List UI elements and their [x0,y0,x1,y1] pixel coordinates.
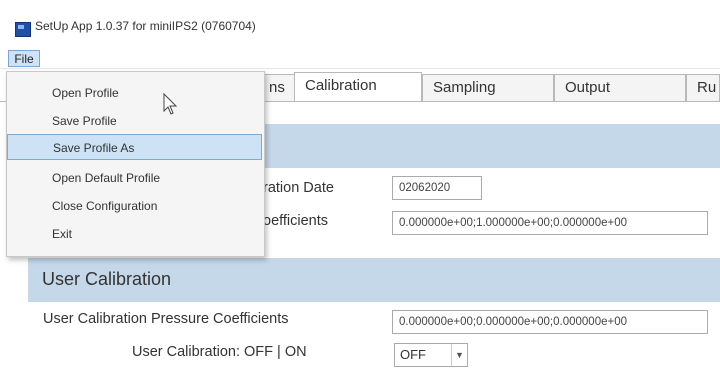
menu-item-open-default-profile[interactable]: Open Default Profile [7,165,262,191]
calibration-date-label: ration Date [263,180,334,196]
user-calibration-toggle-select[interactable]: OFF ▼ [394,343,468,367]
mouse-cursor-icon [163,93,178,115]
user-pressure-coefficients-field[interactable]: 0.000000e+00;0.000000e+00;0.000000e+00 [392,310,708,334]
menu-item-save-profile[interactable]: Save Profile [7,108,262,134]
tab-sampling[interactable]: Sampling [422,74,554,101]
chevron-down-icon: ▼ [451,344,467,366]
user-calibration-title: User Calibration [42,269,172,289]
menu-item-save-profile-as[interactable]: Save Profile As [7,134,262,160]
tab-partial-right[interactable]: Ru [686,74,720,101]
menu-bar [0,46,720,69]
factory-coefficients-label: oefficients [263,213,329,229]
user-calibration-header: User Calibration [28,258,720,302]
user-calibration-toggle-label: User Calibration: OFF | ON [132,344,307,360]
file-menu-button[interactable]: File [8,50,40,67]
menu-item-close-configuration[interactable]: Close Configuration [7,193,262,219]
tab-calibration[interactable]: Calibration [294,72,422,102]
file-menu-dropdown: Open Profile Save Profile Save Profile A… [6,71,265,257]
title-bar: SetUp App 1.0.37 for miniIPS2 (0760704) [0,0,720,46]
user-calibration-toggle-value: OFF [400,347,426,362]
user-pressure-coefficients-label: User Calibration Pressure Coefficients [43,311,289,327]
window-title: SetUp App 1.0.37 for miniIPS2 (0760704) [35,19,256,33]
tab-output[interactable]: Output [554,74,686,101]
factory-coefficients-field[interactable]: 0.000000e+00;1.000000e+00;0.000000e+00 [392,211,708,235]
app-icon [15,22,31,37]
calibration-date-field[interactable]: 02062020 [392,176,482,200]
menu-item-exit[interactable]: Exit [7,221,262,247]
menu-item-open-profile[interactable]: Open Profile [7,80,262,106]
